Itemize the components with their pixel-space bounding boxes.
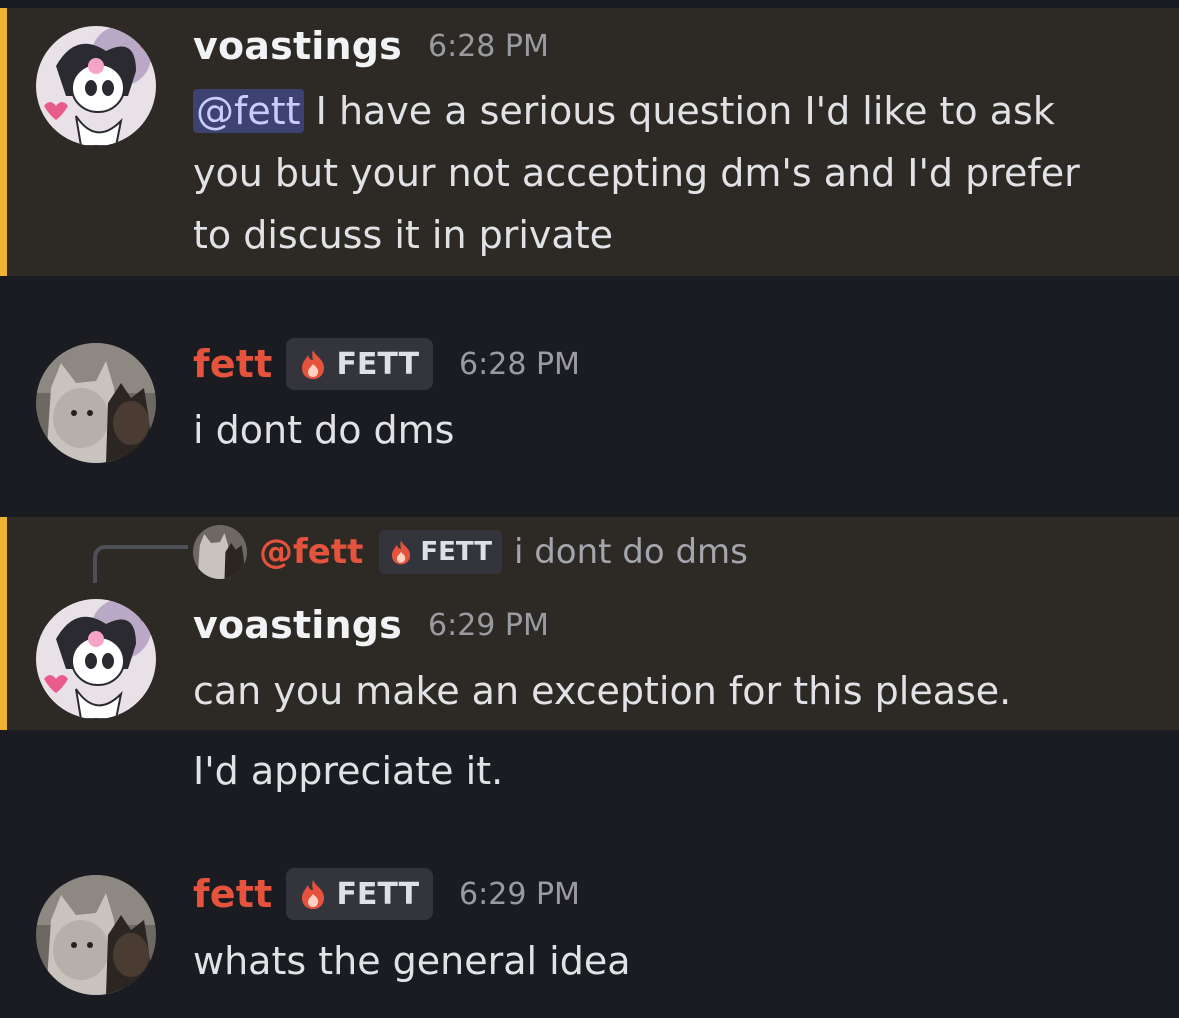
message-content: I'd appreciate it.: [193, 749, 504, 793]
role-tag[interactable]: FETT: [286, 868, 434, 920]
cats-avatar-icon: [36, 875, 156, 995]
avatar-voastings[interactable]: [36, 599, 156, 719]
message-header: fett FETT 6:28 PM: [193, 338, 580, 390]
role-tag-label: FETT: [336, 876, 420, 912]
role-tag[interactable]: FETT: [379, 530, 502, 574]
timestamp: 6:28 PM: [428, 28, 549, 64]
username-fett[interactable]: fett: [193, 342, 272, 386]
message-content: @fett I have a serious question I'd like…: [193, 80, 1080, 266]
role-tag[interactable]: FETT: [286, 338, 434, 390]
timestamp: 6:29 PM: [459, 876, 580, 912]
message-line: you but your not accepting dm's and I'd …: [193, 151, 1080, 195]
fire-icon: [302, 350, 325, 379]
reply-avatar: [193, 525, 247, 579]
fire-icon: [392, 540, 411, 565]
timestamp: 6:29 PM: [428, 607, 549, 643]
message-content: can you make an exception for this pleas…: [193, 669, 1012, 713]
reply-mention[interactable]: @fett: [259, 532, 363, 572]
avatar-voastings[interactable]: [36, 26, 156, 146]
message-content: i dont do dms: [193, 408, 455, 452]
reply-preview[interactable]: @fett FETT i dont do dms: [193, 525, 748, 579]
message-line: I have a serious question I'd like to as…: [315, 89, 1055, 133]
message-line: to discuss it in private: [193, 213, 613, 257]
timestamp: 6:28 PM: [459, 346, 580, 382]
avatar-fett[interactable]: [36, 343, 156, 463]
message-header: voastings 6:28 PM: [193, 24, 549, 68]
username-fett[interactable]: fett: [193, 872, 272, 916]
role-tag-label: FETT: [420, 537, 492, 567]
kuromi-avatar-icon: [36, 599, 156, 719]
message-content: whats the general idea: [193, 939, 631, 983]
fire-icon: [302, 880, 325, 909]
cats-avatar-icon: [193, 525, 247, 579]
kuromi-avatar-icon: [36, 26, 156, 146]
reply-text: i dont do dms: [513, 532, 748, 572]
username-voastings[interactable]: voastings: [193, 24, 402, 68]
user-mention[interactable]: @fett: [193, 89, 304, 133]
role-tag-label: FETT: [336, 346, 420, 382]
message-fett-1[interactable]: fett FETT 6:28 PM i dont do dms: [0, 276, 1179, 516]
cats-avatar-icon: [36, 343, 156, 463]
message-voastings-1[interactable]: voastings 6:28 PM @fett I have a serious…: [0, 8, 1179, 276]
message-fett-2[interactable]: fett FETT 6:29 PM whats the general idea: [0, 820, 1179, 1018]
username-voastings[interactable]: voastings: [193, 603, 402, 647]
message-header: voastings 6:29 PM: [193, 603, 549, 647]
message-header: fett FETT 6:29 PM: [193, 868, 580, 920]
avatar-fett[interactable]: [36, 875, 156, 995]
reply-connector: [93, 545, 188, 583]
top-strip: [0, 0, 1179, 8]
message-voastings-continuation[interactable]: I'd appreciate it.: [0, 730, 1179, 820]
